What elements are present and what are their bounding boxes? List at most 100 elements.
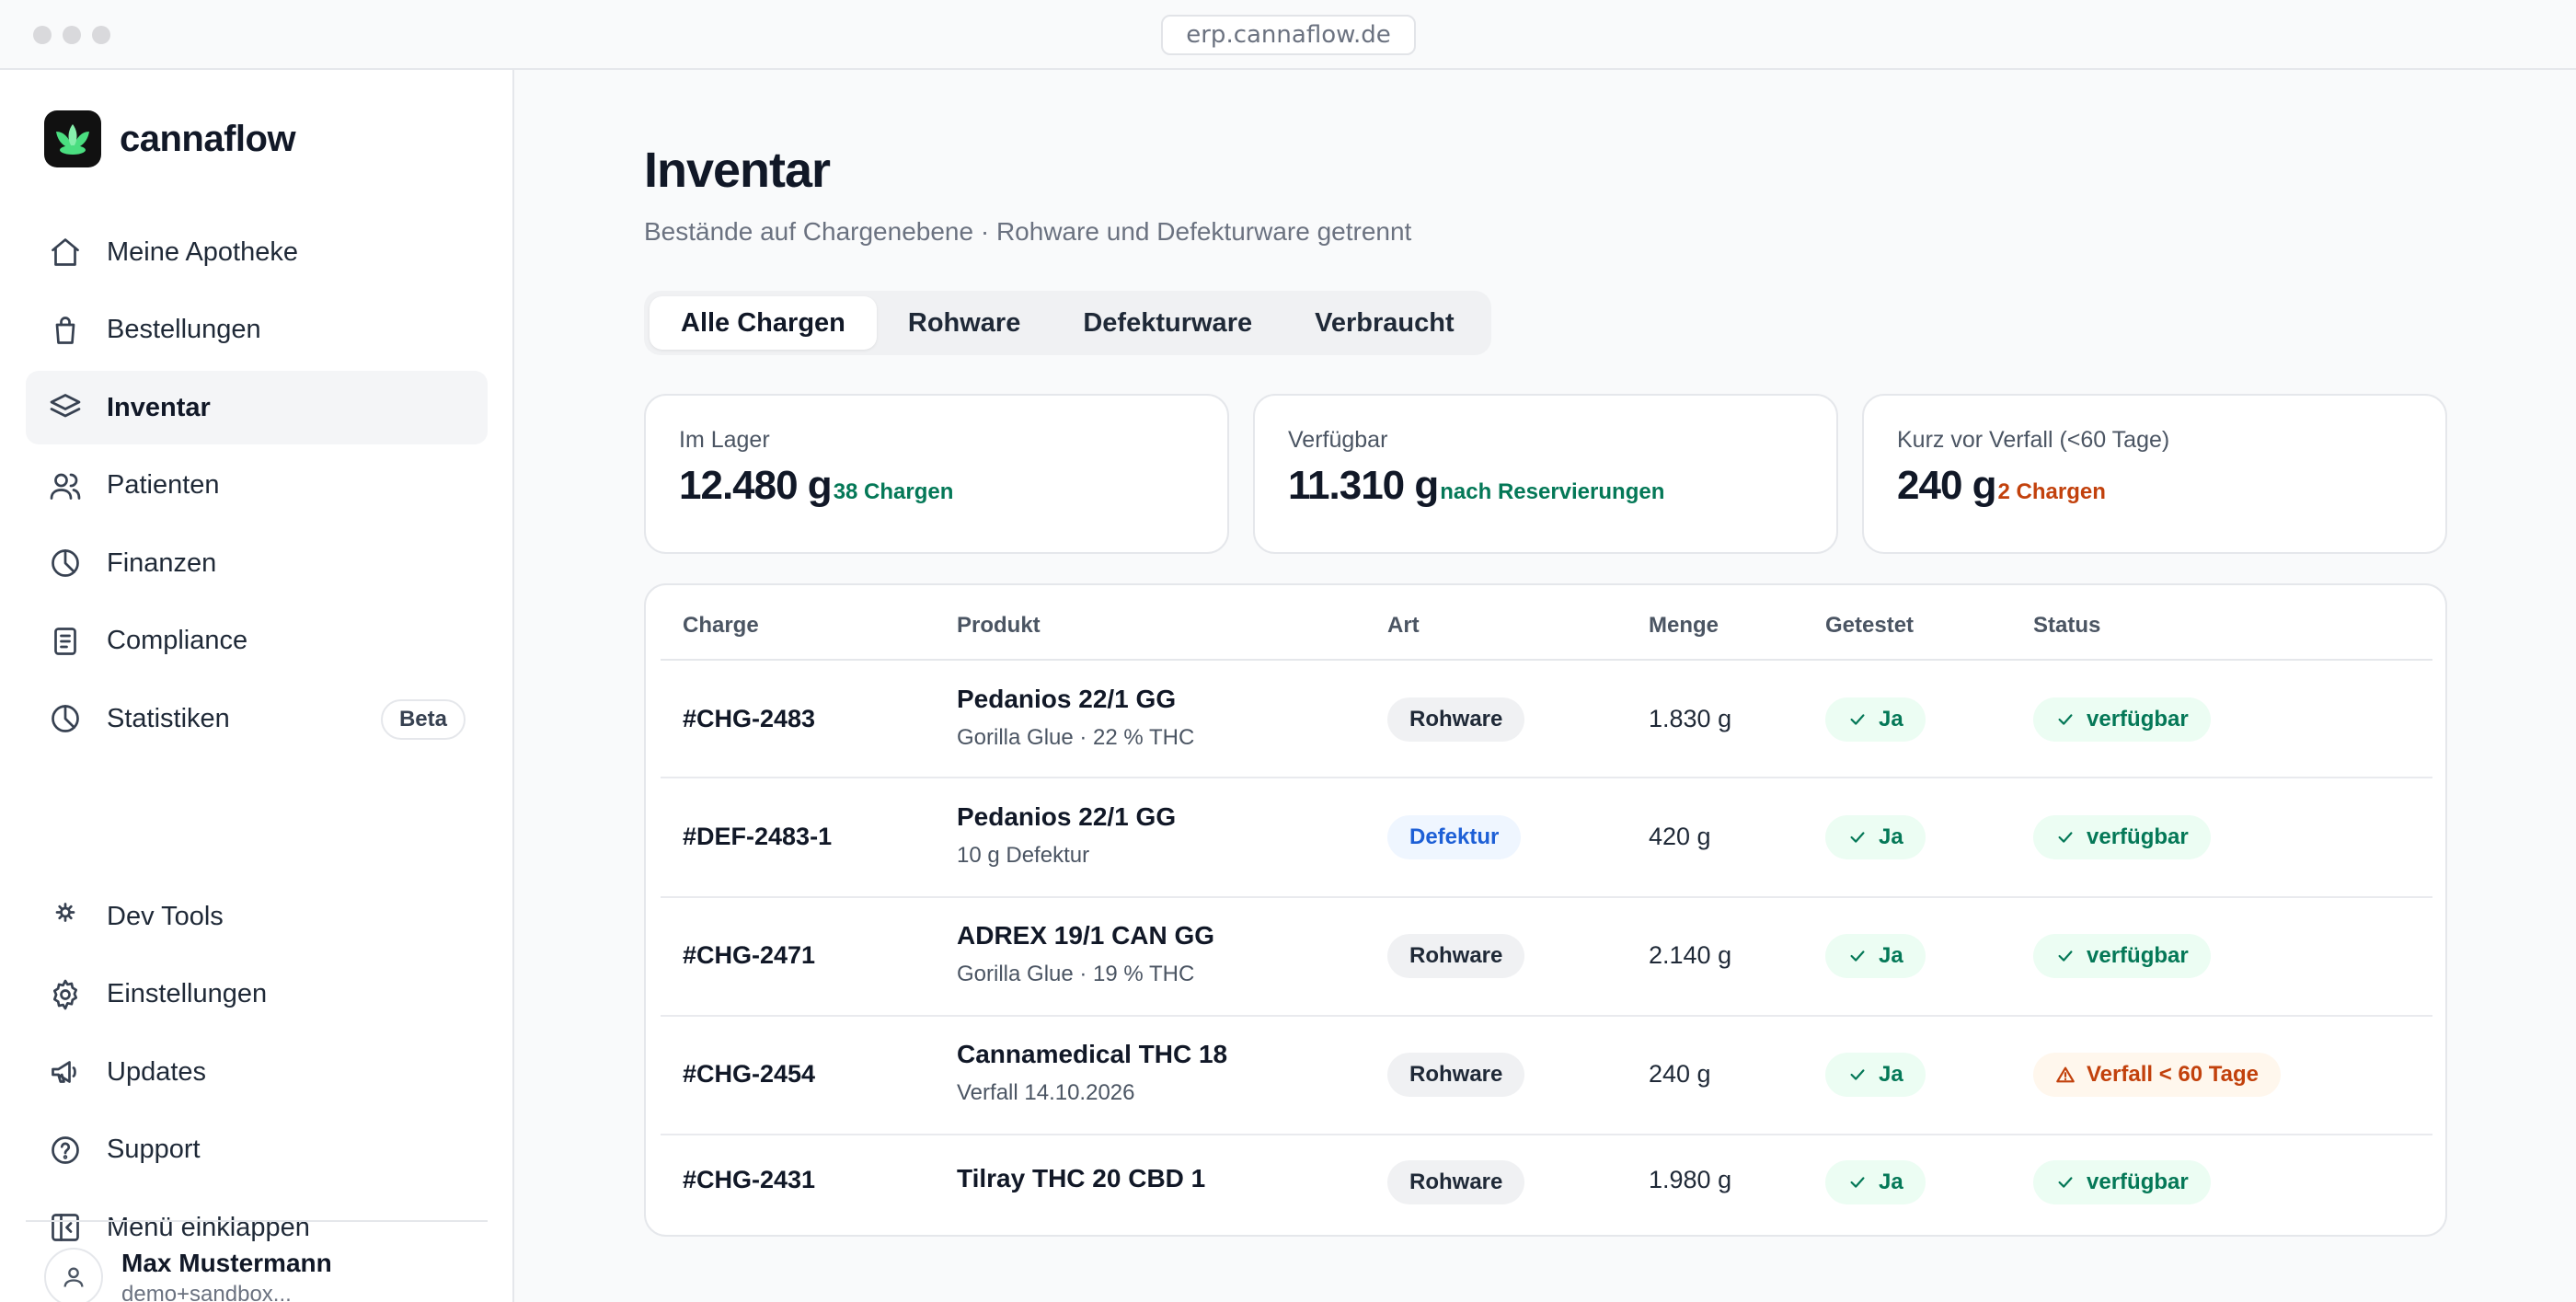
sidebar-item-label: Einstellungen	[107, 979, 268, 1008]
status-badge: verfügbar	[2033, 815, 2211, 859]
stat-value: 12.480 g	[679, 463, 833, 508]
stats-row: Im Lager 12.480 g 38 Chargen Verfügbar 1…	[644, 394, 2447, 554]
beta-badge: Beta	[380, 699, 466, 740]
tested-label: Ja	[1879, 1169, 1903, 1194]
column-header-art[interactable]: Art	[1387, 613, 1420, 639]
pie-chart-icon	[48, 701, 83, 736]
maximize-window-button[interactable]	[92, 26, 110, 44]
check-icon	[1850, 832, 1865, 843]
sidebar-item-statistiken[interactable]: Statistiken Beta	[26, 682, 488, 755]
art-badge: Rohware	[1387, 1053, 1525, 1097]
sidebar-item-updates[interactable]: Updates	[26, 1035, 488, 1109]
minimize-window-button[interactable]	[63, 26, 81, 44]
quantity: 1.830 g	[1649, 705, 1732, 732]
check-icon	[2058, 832, 2073, 843]
tested-label: Ja	[1879, 943, 1903, 968]
help-circle-icon	[48, 1133, 83, 1168]
stat-label: Im Lager	[679, 427, 770, 453]
sidebar-item-label: Inventar	[107, 392, 211, 422]
sidebar-item-meine-apotheke[interactable]: Meine Apotheke	[26, 215, 488, 289]
check-icon	[2058, 1177, 2073, 1188]
sidebar-item-compliance[interactable]: Compliance	[26, 605, 488, 678]
status-badge: verfügbar	[2033, 934, 2211, 978]
sidebar-item-label: Compliance	[107, 626, 248, 655]
sidebar-item-label: Patienten	[107, 470, 220, 500]
stat-note: nach Reservierungen	[1440, 479, 1665, 504]
warning-icon	[2056, 1066, 2075, 1083]
tab-defekturware[interactable]: Defekturware	[1052, 296, 1283, 350]
sidebar-item-dev-tools[interactable]: Dev Tools	[26, 880, 488, 953]
tested-badge: Ja	[1825, 815, 1926, 859]
table-row[interactable]: #CHG-2471 ADREX 19/1 CAN GG Gorilla Glue…	[661, 899, 2432, 1017]
table-row[interactable]: #CHG-2483 Pedanios 22/1 GG Gorilla Glue …	[661, 661, 2432, 778]
browser-chrome: erp.cannaflow.de	[0, 0, 2576, 70]
close-window-button[interactable]	[33, 26, 52, 44]
sidebar-item-inventar[interactable]: Inventar	[26, 371, 488, 444]
sidebar-item-label: Updates	[107, 1056, 207, 1087]
charge-id: #DEF-2483-1	[683, 823, 833, 850]
secondary-nav: Dev Tools Einstellungen Updates Support …	[26, 880, 488, 1269]
status-label: verfügbar	[2087, 943, 2189, 968]
gear-icon	[48, 977, 83, 1012]
status-badge: verfügbar	[2033, 697, 2211, 742]
stat-note: 2 Chargen	[1997, 479, 2106, 504]
stat-card-im-lager: Im Lager 12.480 g 38 Chargen	[644, 394, 1229, 554]
check-icon	[1850, 1177, 1865, 1188]
product-name: ADREX 19/1 CAN GG	[957, 921, 1215, 950]
column-header-menge[interactable]: Menge	[1649, 613, 1719, 639]
art-badge: Rohware	[1387, 934, 1525, 978]
product-name: Cannamedical THC 18	[957, 1040, 1228, 1068]
avatar	[44, 1248, 103, 1302]
sidebar-item-finanzen[interactable]: Finanzen	[26, 526, 488, 600]
user-profile[interactable]: Max Mustermann demo+sandbox...	[44, 1248, 332, 1302]
users-icon	[48, 468, 83, 503]
url-bar[interactable]: erp.cannaflow.de	[1161, 15, 1416, 55]
pie-chart-icon	[48, 546, 83, 581]
tab-bar: Alle Chargen Rohware Defekturware Verbra…	[644, 291, 1491, 355]
charge-id: #CHG-2431	[683, 1166, 816, 1193]
sidebar-item-bestellungen[interactable]: Bestellungen	[26, 294, 488, 367]
tab-rohware[interactable]: Rohware	[877, 296, 1052, 350]
brand[interactable]: cannaflow	[44, 110, 296, 167]
check-icon	[1850, 714, 1865, 725]
quantity: 2.140 g	[1649, 941, 1732, 969]
tab-alle-chargen[interactable]: Alle Chargen	[650, 296, 877, 350]
sidebar-item-label: Dev Tools	[107, 901, 224, 931]
product-name: Tilray THC 20 CBD 1	[957, 1164, 1206, 1193]
quantity: 240 g	[1649, 1060, 1711, 1088]
cannaflow-logo-icon	[44, 110, 101, 167]
art-badge: Rohware	[1387, 697, 1525, 742]
column-header-getestet[interactable]: Getestet	[1825, 613, 1914, 639]
table-row[interactable]: #CHG-2431 Tilray THC 20 CBD 1 Rohware 1.…	[661, 1136, 2432, 1235]
table-header: Charge Produkt Art Menge Getestet Status	[661, 585, 2432, 661]
column-header-status[interactable]: Status	[2033, 613, 2100, 639]
column-header-charge[interactable]: Charge	[683, 613, 759, 639]
user-name: Max Mustermann	[121, 1249, 332, 1277]
sidebar-item-einstellungen[interactable]: Einstellungen	[26, 958, 488, 1031]
tested-badge: Ja	[1825, 697, 1926, 742]
column-header-produkt[interactable]: Produkt	[957, 613, 1041, 639]
sidebar-item-label: Bestellungen	[107, 315, 261, 344]
charge-id: #CHG-2454	[683, 1060, 816, 1088]
brand-name: cannaflow	[120, 118, 296, 159]
megaphone-icon	[48, 1054, 83, 1089]
tested-badge: Ja	[1825, 1160, 1926, 1204]
sidebar-item-label: Statistiken	[107, 703, 230, 733]
document-icon	[48, 624, 83, 659]
table-row[interactable]: #DEF-2483-1 Pedanios 22/1 GG 10 g Defekt…	[661, 780, 2432, 898]
tab-verbraucht[interactable]: Verbraucht	[1283, 296, 1486, 350]
page-title: Inventar	[644, 143, 831, 198]
stat-note: 38 Chargen	[833, 479, 954, 504]
tested-label: Ja	[1879, 1062, 1903, 1087]
sidebar-divider	[26, 1220, 488, 1222]
quantity: 420 g	[1649, 823, 1711, 850]
art-badge: Defektur	[1387, 815, 1522, 859]
sidebar-item-patienten[interactable]: Patienten	[26, 449, 488, 523]
table-row[interactable]: #CHG-2454 Cannamedical THC 18 Verfall 14…	[661, 1018, 2432, 1135]
user-email: demo+sandbox...	[121, 1282, 292, 1302]
sidebar-item-support[interactable]: Support	[26, 1113, 488, 1187]
check-icon	[2058, 951, 2073, 962]
stat-card-verfuegbar: Verfügbar 11.310 g nach Reservierungen	[1253, 394, 1838, 554]
product-detail: Gorilla Glue · 22 % THC	[957, 725, 1195, 750]
collapse-icon	[48, 1210, 83, 1245]
